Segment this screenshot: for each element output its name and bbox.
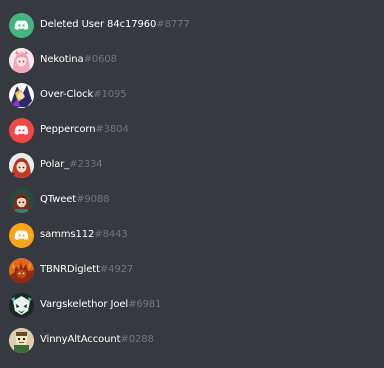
member-name: QTweet#9088 [40,194,110,206]
username: Vargskelethor Joel [40,299,129,310]
discriminator: #2334 [69,159,103,170]
username: Deleted User 84c17960 [40,19,157,30]
character-avatar [9,152,34,178]
username: TBNRDiglett [40,264,100,275]
member-item[interactable]: TBNRDiglett#4927 [9,257,133,283]
character-avatar [9,292,34,318]
member-item[interactable]: Peppercorn#3804 [9,117,129,143]
member-name: samms112#8443 [40,229,128,241]
member-item[interactable]: Deleted User 84c17960#8777 [9,12,190,38]
character-avatar [9,187,34,213]
discord-logo-icon [9,117,34,143]
discriminator: #3804 [95,124,129,135]
username: QTweet [40,194,77,205]
character-avatar [9,82,34,108]
discriminator: #8777 [156,19,190,30]
member-item[interactable]: VinnyAltAccount#0288 [9,327,154,353]
username: Nekotina [40,54,84,65]
character-avatar [9,257,34,283]
member-item[interactable]: Nekotina#0608 [9,47,117,73]
member-name: VinnyAltAccount#0288 [40,334,154,346]
member-name: TBNRDiglett#4927 [40,264,133,276]
member-item[interactable]: QTweet#9088 [9,187,110,213]
member-name: Nekotina#0608 [40,54,117,66]
username: Polar_ [40,159,70,170]
discriminator: #9088 [76,194,110,205]
discriminator: #0288 [120,334,154,345]
member-name: Peppercorn#3804 [40,124,129,136]
username: Peppercorn [40,124,96,135]
username: Over-Clock [40,89,94,100]
anime-girl-avatar [9,47,34,73]
member-item[interactable]: Polar_#2334 [9,152,103,178]
member-name: Over-Clock#1095 [40,89,127,101]
discriminator: #0608 [83,54,117,65]
discriminator: #8443 [94,229,128,240]
discord-logo-icon [9,222,34,248]
member-item[interactable]: Vargskelethor Joel#6981 [9,292,162,318]
discriminator: #6981 [128,299,162,310]
member-item[interactable]: samms112#8443 [9,222,128,248]
discriminator: #4927 [99,264,134,275]
discord-logo-icon [9,12,34,38]
member-name: Polar_#2334 [40,159,103,171]
username: VinnyAltAccount [40,334,121,345]
character-avatar [9,327,34,353]
member-item[interactable]: Over-Clock#1095 [9,82,127,108]
member-name: Vargskelethor Joel#6981 [40,299,162,311]
member-name: Deleted User 84c17960#8777 [40,19,190,31]
member-list: Deleted User 84c17960#8777 Nekotina#0608 [0,7,384,368]
discriminator: #1095 [93,89,127,100]
username: samms112 [40,229,95,240]
